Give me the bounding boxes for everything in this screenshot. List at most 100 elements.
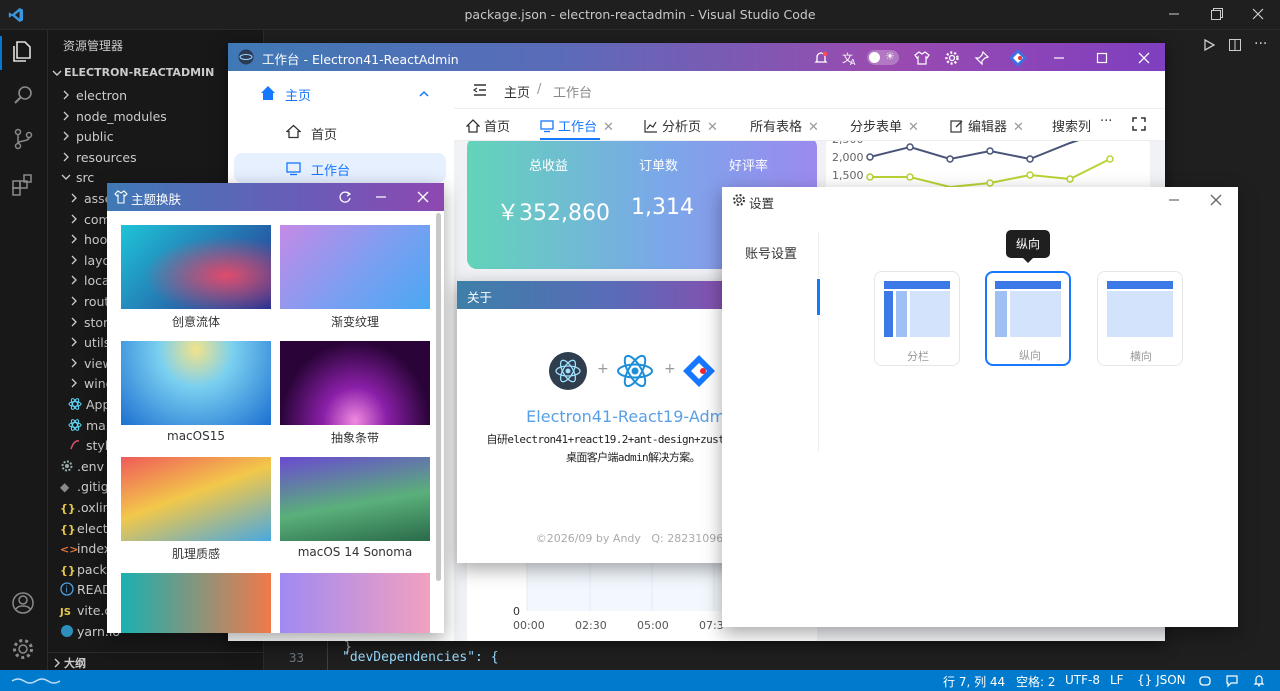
encoding[interactable]: UTF-8 <box>1065 673 1100 687</box>
brand-logo-icon[interactable] <box>1008 48 1028 68</box>
layout-option-vertical[interactable]: 纵向 <box>985 271 1071 366</box>
source-control-icon[interactable] <box>10 126 36 152</box>
x-tick-label: 07:3 <box>699 619 724 632</box>
chevron-right-icon <box>68 254 80 266</box>
chevron-right-icon <box>60 89 72 101</box>
tab-close-icon[interactable]: ✕ <box>808 120 819 135</box>
skin-icon[interactable] <box>914 50 930 66</box>
theme-toggle[interactable]: ☀ <box>867 50 899 65</box>
theme-thumbnail[interactable] <box>280 573 430 633</box>
edit-icon <box>950 119 964 133</box>
translate-icon[interactable]: 文A <box>842 50 858 66</box>
run-icon[interactable] <box>1202 38 1216 52</box>
settings-minimize-icon[interactable] <box>1167 193 1181 207</box>
tab-close-icon[interactable]: ✕ <box>707 120 718 135</box>
outline-header[interactable]: 大纲 <box>48 652 264 670</box>
theme-title-bar[interactable]: 主题换肤 <box>107 183 444 211</box>
theme-thumbnail[interactable] <box>280 225 430 309</box>
tabs-more-button[interactable]: ··· <box>1100 114 1112 129</box>
menu-group-home[interactable]: 主页 <box>228 79 454 107</box>
tab-close-icon[interactable]: ✕ <box>908 120 919 135</box>
tab-editor[interactable]: 编辑器 ✕ <box>950 116 1024 135</box>
info-file-icon: i <box>60 582 76 598</box>
tab-search-list[interactable]: 搜索列 <box>1052 116 1090 135</box>
settings-title-bar[interactable]: 设置 <box>722 187 1238 213</box>
app-close-icon[interactable] <box>1136 50 1152 66</box>
theme-scrollbar[interactable] <box>436 213 441 581</box>
x-tick-label: 02:30 <box>575 619 607 632</box>
chevron-right-icon <box>60 130 72 142</box>
split-editor-icon[interactable] <box>1228 38 1242 52</box>
theme-thumbnail[interactable] <box>280 341 430 425</box>
line-chart-icon <box>644 119 658 133</box>
account-icon[interactable] <box>10 590 36 616</box>
app-maximize-icon[interactable] <box>1094 50 1110 66</box>
app-title: 工作台 - Electron41-ReactAdmin <box>262 52 459 67</box>
maximize-icon[interactable] <box>1208 6 1224 22</box>
layout-option-columns[interactable]: 分栏 <box>874 271 960 366</box>
theme-thumbnail[interactable] <box>121 573 271 633</box>
status-bar: 行 7, 列 44 空格: 2 UTF-8 LF {} JSON <box>0 670 1280 691</box>
tab-workbench[interactable]: 工作台 ✕ <box>540 116 614 135</box>
code-line: "devDependencies": { <box>342 650 499 665</box>
notifications-icon[interactable] <box>1252 673 1266 687</box>
layout-tooltip: 纵向 <box>1006 230 1050 258</box>
settings-menu-account[interactable]: 账号设置 <box>745 243 797 262</box>
indentation[interactable]: 空格: 2 <box>1016 673 1056 690</box>
pin-icon[interactable] <box>974 50 990 66</box>
settings-gear-icon[interactable] <box>10 636 36 662</box>
minimize-icon[interactable] <box>1166 6 1182 22</box>
search-icon[interactable] <box>10 82 36 108</box>
language-mode[interactable]: {} JSON <box>1137 673 1186 687</box>
notification-bell-icon[interactable] <box>813 50 829 66</box>
layout-label: 纵向 <box>1019 349 1041 362</box>
outline-label: 大纲 <box>64 657 86 670</box>
tree-item-label: node_modules <box>76 108 167 124</box>
theme-thumbnail[interactable] <box>280 457 430 541</box>
feedback-icon[interactable] <box>1225 674 1239 688</box>
menu-item-home[interactable]: 首页 <box>228 117 454 145</box>
tab-close-icon[interactable]: ✕ <box>603 120 614 135</box>
menu-item-workbench[interactable]: 工作台 <box>234 153 446 183</box>
end-of-line[interactable]: LF <box>1110 673 1124 687</box>
tab-label: 分析页 <box>662 120 702 135</box>
tab-label: 首页 <box>484 120 511 135</box>
tab-close-icon[interactable]: ✕ <box>1013 120 1024 135</box>
layout-option-horizontal[interactable]: 横向 <box>1097 271 1183 366</box>
theme-close-icon[interactable] <box>416 190 430 204</box>
react-file-icon <box>68 397 84 413</box>
menu-fold-icon[interactable] <box>472 82 488 98</box>
more-actions-icon[interactable]: ··· <box>1254 36 1267 52</box>
breadcrumb-home[interactable]: 主页 <box>504 82 530 101</box>
extensions-icon[interactable] <box>10 172 36 198</box>
tree-item-label: rout <box>84 294 110 309</box>
about-title: 关于 <box>467 290 493 305</box>
tab-home[interactable]: 首页 <box>466 116 510 135</box>
tab-step-form[interactable]: 分步表单 ✕ <box>850 116 919 135</box>
cursor-position[interactable]: 行 7, 列 44 <box>943 673 1005 690</box>
remote-indicator[interactable] <box>8 672 68 686</box>
stat-label-orders: 订单数 <box>639 159 679 174</box>
theme-thumbnail[interactable] <box>121 341 271 425</box>
fullscreen-icon[interactable] <box>1132 117 1146 131</box>
settings-close-icon[interactable] <box>1209 193 1223 207</box>
refresh-icon[interactable] <box>338 190 352 204</box>
stat-revenue-value: ￥352,860 <box>497 201 610 226</box>
theme-thumbnail[interactable] <box>121 225 271 309</box>
window-title: package.json - electron-reactadmin - Vis… <box>464 7 816 22</box>
theme-minimize-icon[interactable] <box>374 190 388 204</box>
menu-group-label: 主页 <box>285 89 312 104</box>
gear-icon[interactable] <box>944 50 960 66</box>
app-minimize-icon[interactable] <box>1051 50 1067 66</box>
chevron-right-icon <box>68 192 80 204</box>
svg-text:A: A <box>850 58 856 66</box>
chevron-right-icon <box>68 233 80 245</box>
app-title-bar[interactable]: 工作台 - Electron41-ReactAdmin 文A ☀ <box>228 43 1165 71</box>
copilot-icon[interactable] <box>1198 674 1212 688</box>
tab-analysis[interactable]: 分析页 ✕ <box>644 116 718 135</box>
tab-all-tables[interactable]: 所有表格 ✕ <box>750 116 819 135</box>
desktop-icon <box>286 162 301 176</box>
close-icon[interactable] <box>1250 6 1266 22</box>
explorer-icon[interactable] <box>10 38 36 64</box>
theme-thumbnail[interactable] <box>121 457 271 541</box>
